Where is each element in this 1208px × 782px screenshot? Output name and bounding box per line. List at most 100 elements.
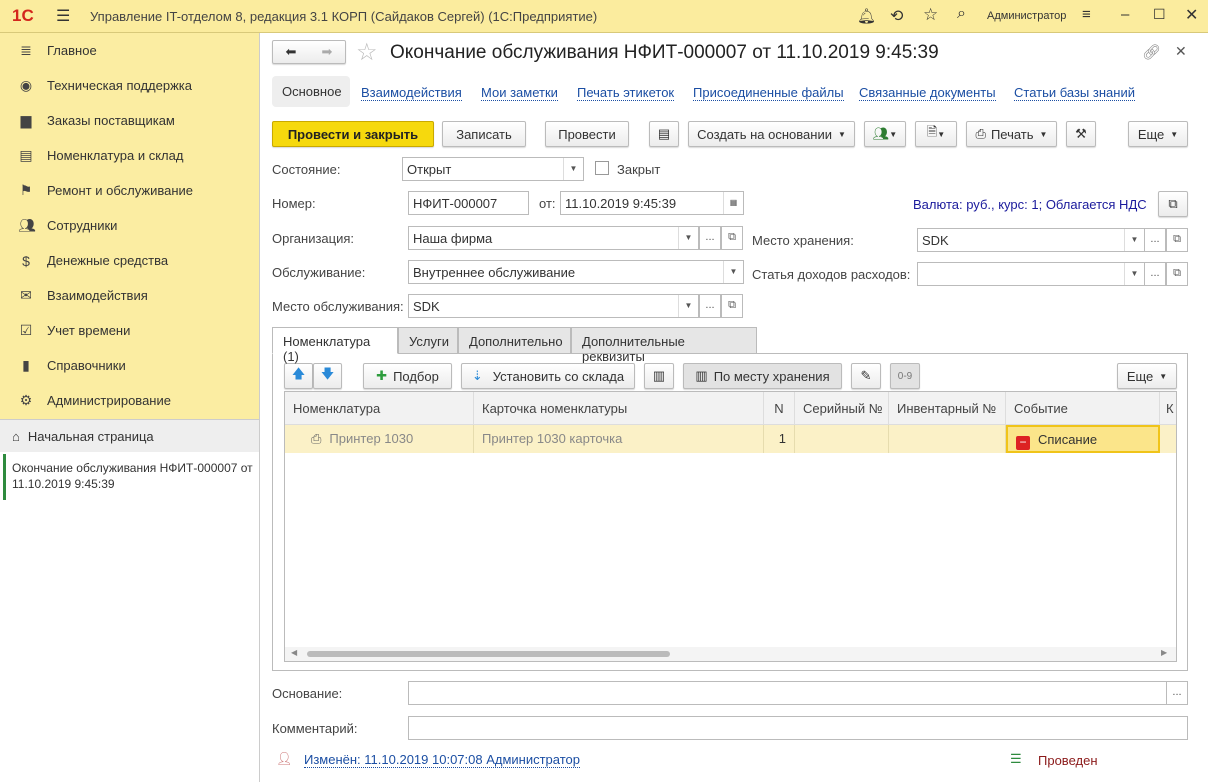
print-button[interactable]: ⎙ Печать ▼	[966, 121, 1057, 147]
nav-related-docs[interactable]: Связанные документы	[859, 85, 996, 101]
comment-field[interactable]	[408, 716, 1188, 740]
settings-icon[interactable]: ≡	[1082, 6, 1091, 23]
state-select[interactable]: Открыт ▼	[402, 157, 584, 181]
sidebar-item-money[interactable]: $ Денежные средства	[0, 243, 259, 278]
users-button[interactable]: 👥︎ ▼	[864, 121, 906, 147]
column-header[interactable]: Инвентарный №	[889, 392, 1006, 424]
column-header[interactable]: Номенклатура	[285, 392, 474, 424]
changed-link[interactable]: Изменён: 11.10.2019 10:07:08 Администрат…	[304, 752, 581, 768]
nav-files[interactable]: Присоединенные файлы	[693, 85, 844, 101]
service-select[interactable]: Внутреннее обслуживание ▼	[408, 260, 744, 284]
back-arrow-icon[interactable]: ⬅	[286, 44, 297, 60]
pick-button[interactable]: ✚ Подбор	[363, 363, 452, 389]
post-and-close-button[interactable]: Провести и закрыть	[272, 121, 434, 147]
select-button[interactable]: ...	[1144, 228, 1166, 252]
by-storage-place-button[interactable]: ▥ По месту хранения	[683, 363, 842, 389]
sidebar-item-employees[interactable]: 👥︎ Сотрудники	[0, 208, 259, 243]
chevron-down-icon[interactable]: ▼	[1124, 263, 1144, 285]
move-down-button[interactable]: 🡇	[313, 363, 342, 389]
serial-button[interactable]: 0-9	[890, 363, 920, 389]
report-button[interactable]: ▤	[649, 121, 679, 147]
date-field[interactable]: 11.10.2019 9:45:39 ▦	[560, 191, 744, 215]
cell-event[interactable]: − Списание	[1006, 425, 1160, 453]
chevron-down-icon[interactable]: ▼	[678, 295, 698, 317]
currency-open-button[interactable]: ⧉	[1158, 191, 1188, 217]
cell-inventory[interactable]	[889, 425, 1006, 453]
open-button[interactable]: ⧉	[721, 226, 743, 250]
calendar-icon[interactable]: ▦	[723, 192, 743, 214]
sidebar-item-interactions[interactable]: ✉ Взаимодействия	[0, 278, 259, 313]
sidebar-item-nomenclature[interactable]: ▤ Номенклатура и склад	[0, 138, 259, 173]
number-field[interactable]: НФИТ-000007	[408, 191, 529, 215]
cell-n[interactable]: 1	[764, 425, 795, 453]
cell-card[interactable]: Принтер 1030 карточка	[474, 425, 764, 453]
sidebar-item-catalogs[interactable]: ▮ Справочники	[0, 348, 259, 383]
cell-item[interactable]: ⎙ Принтер 1030	[285, 425, 474, 453]
currency-info[interactable]: Валюта: руб., курс: 1; Облагается НДС	[913, 197, 1147, 212]
barcode-search-button[interactable]: ▥	[644, 363, 674, 389]
column-header[interactable]: К	[1160, 392, 1176, 424]
post-button[interactable]: Провести	[545, 121, 629, 147]
tab-services[interactable]: Услуги	[398, 327, 458, 354]
attach-button[interactable]: 🗎 ▼	[915, 121, 957, 147]
column-header[interactable]: Серийный №	[795, 392, 889, 424]
nav-interactions[interactable]: Взаимодействия	[361, 85, 462, 101]
sidebar-item-orders[interactable]: ▆ Заказы поставщикам	[0, 103, 259, 138]
select-button[interactable]: ...	[699, 294, 721, 318]
nav-notes[interactable]: Мои заметки	[481, 85, 558, 101]
link-icon[interactable]: 🔗︎	[1142, 43, 1161, 61]
sidebar-item-time[interactable]: ☑ Учет времени	[0, 313, 259, 348]
close-form-icon[interactable]: ✕	[1175, 43, 1187, 60]
minimize-icon[interactable]: –	[1121, 6, 1129, 23]
select-button[interactable]: ...	[1144, 262, 1166, 286]
open-button[interactable]: ⧉	[1166, 228, 1188, 252]
search-icon[interactable]: ⌕	[957, 5, 966, 23]
storage-field[interactable]: SDK ▼	[917, 228, 1145, 252]
open-button[interactable]: ⧉	[721, 294, 743, 318]
history-icon[interactable]: ⟲	[890, 6, 903, 26]
favorite-star-icon[interactable]: ☆	[356, 38, 378, 67]
chevron-down-icon[interactable]: ▼	[678, 227, 698, 249]
table-more-button[interactable]: Еще ▼	[1117, 363, 1177, 389]
star-icon[interactable]: ☆	[923, 5, 938, 25]
column-header[interactable]: Карточка номенклатуры	[474, 392, 764, 424]
organization-field[interactable]: Наша фирма ▼	[408, 226, 699, 250]
column-header[interactable]: N	[764, 392, 795, 424]
cell-serial[interactable]	[795, 425, 889, 453]
scroll-left-icon[interactable]: ◀	[291, 648, 297, 657]
article-field[interactable]: ▼	[917, 262, 1145, 286]
sidebar-item-main[interactable]: ≣ Главное	[0, 33, 259, 68]
scanner-button[interactable]: ✎	[851, 363, 881, 389]
home-page-link[interactable]: ⌂ Начальная страница	[0, 419, 259, 452]
tab-additional[interactable]: Дополнительно	[458, 327, 571, 354]
tab-nomenclature[interactable]: Номенклатура (1)	[272, 327, 398, 364]
service-place-field[interactable]: SDK ▼	[408, 294, 699, 318]
select-button[interactable]: ...	[1166, 681, 1188, 705]
scrollbar-thumb[interactable]	[307, 651, 670, 657]
main-menu-icon[interactable]: ☰	[56, 6, 70, 26]
save-button[interactable]: Записать	[442, 121, 526, 147]
closed-checkbox[interactable]	[595, 161, 609, 175]
move-up-button[interactable]: 🡅	[284, 363, 313, 389]
nav-print-labels[interactable]: Печать этикеток	[577, 85, 675, 101]
sidebar-item-repair[interactable]: ⚑ Ремонт и обслуживание	[0, 173, 259, 208]
horizontal-scrollbar[interactable]: ◀ ▶	[285, 647, 1176, 661]
scroll-right-icon[interactable]: ▶	[1161, 648, 1167, 657]
create-based-on-button[interactable]: Создать на основании ▼	[688, 121, 855, 147]
chevron-down-icon[interactable]: ▼	[1124, 229, 1144, 251]
tools-button[interactable]: ⚒	[1066, 121, 1096, 147]
basis-field[interactable]	[408, 681, 1168, 705]
nav-knowledge[interactable]: Статьи базы знаний	[1014, 85, 1135, 101]
forward-arrow-icon[interactable]: ➡	[322, 44, 333, 60]
user-name[interactable]: Администратор	[987, 10, 1066, 22]
column-header[interactable]: Событие	[1006, 392, 1160, 424]
sidebar-item-support[interactable]: ◉ Техническая поддержка	[0, 68, 259, 103]
set-from-warehouse-button[interactable]: ⇣ Установить со склада	[461, 363, 635, 389]
bell-icon[interactable]: 🔔︎	[857, 7, 876, 25]
open-button[interactable]: ⧉	[1166, 262, 1188, 286]
tab-extra-attributes[interactable]: Дополнительные реквизиты	[571, 327, 757, 364]
close-icon[interactable]: ✕	[1185, 5, 1198, 25]
open-window-item[interactable]: Окончание обслуживания НФИТ-000007 от 11…	[3, 454, 259, 500]
more-button[interactable]: Еще ▼	[1128, 121, 1188, 147]
maximize-icon[interactable]: ☐	[1153, 6, 1166, 23]
